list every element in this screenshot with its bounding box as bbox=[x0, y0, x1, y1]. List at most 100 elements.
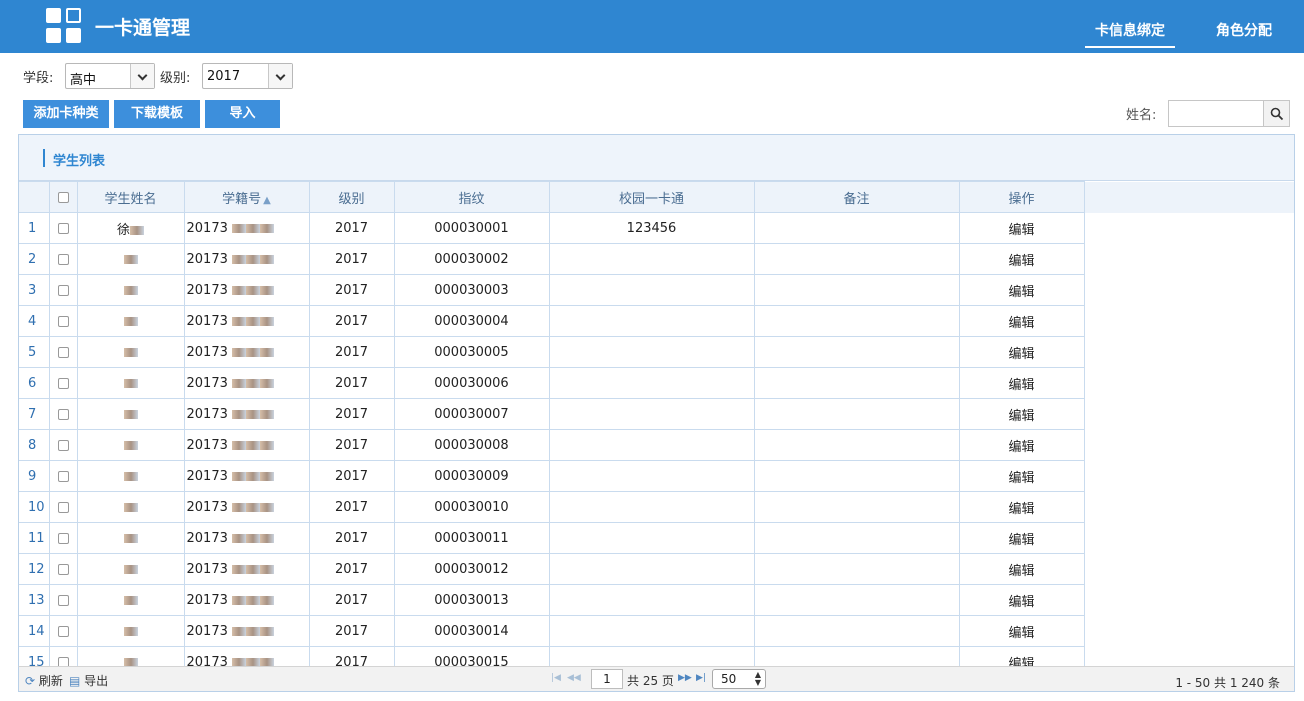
header-filler bbox=[1083, 181, 1294, 213]
stage-select[interactable]: 高中 bbox=[65, 63, 155, 89]
redacted-mark bbox=[232, 502, 246, 512]
import-button[interactable]: 导入 bbox=[205, 100, 280, 128]
row-checkbox[interactable] bbox=[57, 222, 69, 234]
page-size-select[interactable]: 50 ▲ ▼ bbox=[712, 669, 766, 689]
edit-link[interactable]: 编辑 bbox=[958, 429, 1085, 461]
row-select-cell bbox=[48, 615, 78, 647]
refresh-button[interactable]: ⟳ 刷新 bbox=[25, 672, 63, 689]
row-select-cell bbox=[48, 212, 78, 244]
header-campus-card[interactable]: 校园一卡通 bbox=[548, 181, 755, 213]
fingerprint-cell: 000030014 bbox=[393, 615, 550, 647]
download-template-button[interactable]: 下载模板 bbox=[114, 100, 200, 128]
table-row[interactable]: 9 20173 2017 000030009 编辑 bbox=[19, 460, 1294, 492]
row-checkbox[interactable] bbox=[57, 377, 69, 389]
edit-link[interactable]: 编辑 bbox=[958, 491, 1085, 523]
row-checkbox[interactable] bbox=[57, 470, 69, 482]
edit-link[interactable]: 编辑 bbox=[958, 305, 1085, 337]
table-row[interactable]: 5 20173 2017 000030005 编辑 bbox=[19, 336, 1294, 368]
redacted-mark bbox=[246, 440, 260, 450]
redacted-mark bbox=[123, 378, 138, 388]
redacted-mark bbox=[260, 285, 274, 295]
row-number: 5 bbox=[19, 336, 50, 368]
header-rownum bbox=[19, 181, 50, 213]
row-select-cell bbox=[48, 584, 78, 616]
redacted-mark bbox=[260, 316, 274, 326]
search-button[interactable] bbox=[1263, 100, 1290, 127]
row-select-cell bbox=[48, 553, 78, 585]
last-page-icon[interactable]: ▶| bbox=[696, 673, 706, 683]
header-student-name[interactable]: 学生姓名 bbox=[76, 181, 185, 213]
add-card-type-button[interactable]: 添加卡种类 bbox=[23, 100, 109, 128]
row-checkbox[interactable] bbox=[57, 346, 69, 358]
edit-link[interactable]: 编辑 bbox=[958, 460, 1085, 492]
edit-link[interactable]: 编辑 bbox=[958, 584, 1085, 616]
table-row[interactable]: 2 20173 2017 000030002 编辑 bbox=[19, 243, 1294, 275]
table-row[interactable]: 12 20173 2017 000030012 编辑 bbox=[19, 553, 1294, 585]
fingerprint-cell: 000030005 bbox=[393, 336, 550, 368]
student-id-cell: 20173 bbox=[183, 491, 310, 523]
select-all-checkbox[interactable] bbox=[57, 191, 69, 203]
row-number: 10 bbox=[19, 491, 50, 523]
table-row[interactable]: 11 20173 2017 000030011 编辑 bbox=[19, 522, 1294, 554]
next-page-icon[interactable]: ▶▶ bbox=[678, 673, 692, 683]
edit-link[interactable]: 编辑 bbox=[958, 615, 1085, 647]
edit-link[interactable]: 编辑 bbox=[958, 522, 1085, 554]
redacted-mark bbox=[232, 626, 246, 636]
header-grade[interactable]: 级别 bbox=[308, 181, 395, 213]
edit-link[interactable]: 编辑 bbox=[958, 243, 1085, 275]
edit-link[interactable]: 编辑 bbox=[958, 336, 1085, 368]
table-row[interactable]: 4 20173 2017 000030004 编辑 bbox=[19, 305, 1294, 337]
tab-role-assignment[interactable]: 角色分配 bbox=[1216, 20, 1272, 40]
table-row[interactable]: 10 20173 2017 000030010 编辑 bbox=[19, 491, 1294, 523]
row-checkbox[interactable] bbox=[57, 532, 69, 544]
row-checkbox[interactable] bbox=[57, 501, 69, 513]
note-cell bbox=[753, 274, 960, 306]
row-checkbox[interactable] bbox=[57, 594, 69, 606]
table-row[interactable]: 8 20173 2017 000030008 编辑 bbox=[19, 429, 1294, 461]
first-page-icon[interactable]: |◀ bbox=[551, 673, 561, 683]
redacted-mark bbox=[260, 502, 274, 512]
tab-card-binding[interactable]: 卡信息绑定 bbox=[1085, 20, 1175, 48]
table-header-row: 学生姓名 学籍号 ▲ 级别 指纹 校园一卡通 备注 操作 bbox=[19, 181, 1294, 213]
name-search-input[interactable] bbox=[1168, 100, 1264, 127]
stage-select-value: 高中 bbox=[70, 73, 97, 88]
grade-cell: 2017 bbox=[308, 491, 395, 523]
table-row[interactable]: 7 20173 2017 000030007 编辑 bbox=[19, 398, 1294, 430]
row-checkbox[interactable] bbox=[57, 253, 69, 265]
page-number-input[interactable]: 1 bbox=[591, 669, 623, 689]
header-fingerprint[interactable]: 指纹 bbox=[393, 181, 550, 213]
campus-card-cell bbox=[548, 274, 755, 306]
row-checkbox[interactable] bbox=[57, 284, 69, 296]
edit-link[interactable]: 编辑 bbox=[958, 212, 1085, 244]
row-checkbox[interactable] bbox=[57, 315, 69, 327]
row-select-cell bbox=[48, 336, 78, 368]
row-checkbox[interactable] bbox=[57, 563, 69, 575]
table-row[interactable]: 1 徐 20173 2017 000030001 123456 编辑 bbox=[19, 212, 1294, 244]
edit-link[interactable]: 编辑 bbox=[958, 553, 1085, 585]
header-student-id[interactable]: 学籍号 ▲ bbox=[183, 181, 310, 213]
edit-link[interactable]: 编辑 bbox=[958, 367, 1085, 399]
redacted-mark bbox=[232, 595, 246, 605]
table-row[interactable]: 3 20173 2017 000030003 编辑 bbox=[19, 274, 1294, 306]
row-checkbox[interactable] bbox=[57, 439, 69, 451]
edit-link[interactable]: 编辑 bbox=[958, 274, 1085, 306]
note-cell bbox=[753, 553, 960, 585]
note-cell bbox=[753, 305, 960, 337]
table-row[interactable]: 6 20173 2017 000030006 编辑 bbox=[19, 367, 1294, 399]
row-number: 11 bbox=[19, 522, 50, 554]
fingerprint-cell: 000030001 bbox=[393, 212, 550, 244]
prev-page-icon[interactable]: ◀◀ bbox=[567, 673, 581, 683]
header-note[interactable]: 备注 bbox=[753, 181, 960, 213]
row-checkbox[interactable] bbox=[57, 625, 69, 637]
row-filler bbox=[1083, 429, 1294, 461]
edit-link[interactable]: 编辑 bbox=[958, 398, 1085, 430]
chevron-down-icon bbox=[268, 64, 292, 88]
table-row[interactable]: 14 20173 2017 000030014 编辑 bbox=[19, 615, 1294, 647]
export-button[interactable]: ▤ 导出 bbox=[69, 672, 108, 689]
student-id: 20173 bbox=[186, 623, 228, 639]
row-checkbox[interactable] bbox=[57, 408, 69, 420]
student-id-cell: 20173 bbox=[183, 429, 310, 461]
table-row[interactable]: 13 20173 2017 000030013 编辑 bbox=[19, 584, 1294, 616]
row-select-cell bbox=[48, 305, 78, 337]
grade-select[interactable]: 2017 bbox=[202, 63, 293, 89]
